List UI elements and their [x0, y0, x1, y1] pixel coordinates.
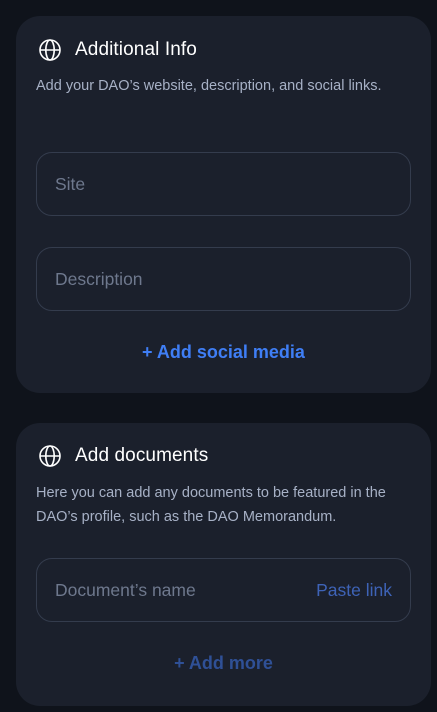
- site-field-placeholder: Site: [55, 173, 86, 194]
- add-more-button[interactable]: + Add more: [16, 653, 431, 674]
- additional-info-title: Additional Info: [75, 39, 197, 60]
- paste-link-button[interactable]: Paste link: [316, 580, 392, 601]
- site-field[interactable]: Site: [36, 152, 411, 216]
- add-documents-card: Add documents Here you can add any docum…: [16, 423, 431, 706]
- document-name-placeholder: Document’s name: [55, 579, 196, 600]
- add-social-media-button[interactable]: + Add social media: [16, 342, 431, 363]
- add-documents-description: Here you can add any documents to be fea…: [36, 485, 386, 525]
- globe-icon: [38, 38, 62, 62]
- additional-info-header: Additional Info: [38, 36, 197, 64]
- description-field[interactable]: Description: [36, 247, 411, 311]
- globe-icon: [38, 444, 62, 468]
- description-field-placeholder: Description: [55, 268, 143, 289]
- add-documents-header: Add documents: [38, 442, 208, 470]
- add-documents-title: Add documents: [75, 445, 209, 466]
- additional-info-description: Add your DAO’s website, description, and…: [36, 78, 382, 94]
- additional-info-card: Additional Info Add your DAO’s website, …: [16, 16, 431, 393]
- document-name-field[interactable]: Document’s name Paste link: [36, 558, 411, 622]
